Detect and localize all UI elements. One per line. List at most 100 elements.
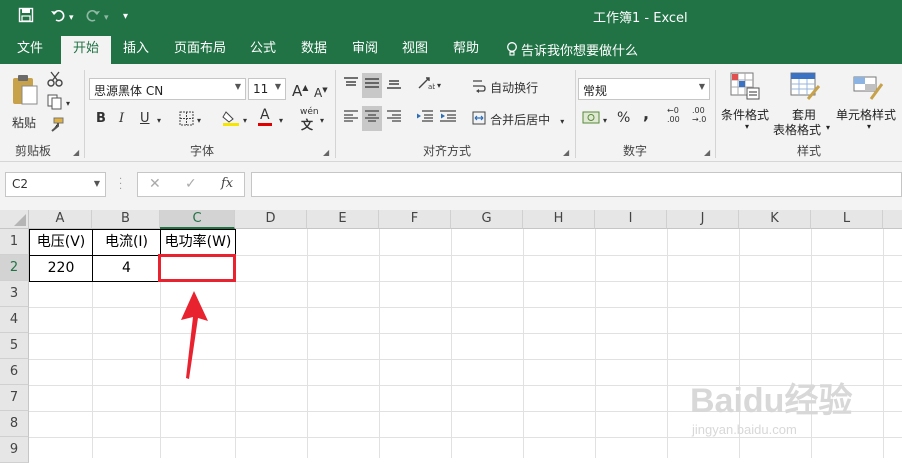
cell-b2[interactable]: 4 bbox=[92, 255, 161, 282]
clipboard-launcher-icon[interactable]: ◢ bbox=[73, 148, 79, 157]
copy-icon[interactable] bbox=[47, 94, 63, 115]
italic-button[interactable]: I bbox=[119, 111, 124, 127]
increase-decimal-button[interactable]: ←0.00 bbox=[667, 106, 689, 124]
column-header-i[interactable]: I bbox=[595, 210, 667, 229]
cancel-icon[interactable]: ✕ bbox=[149, 176, 161, 192]
undo-dropdown-icon[interactable]: ▾ bbox=[69, 9, 74, 27]
underline-button[interactable]: U bbox=[140, 111, 150, 127]
row-header-3[interactable]: 3 bbox=[0, 281, 29, 307]
align-bottom-icon[interactable] bbox=[386, 76, 402, 95]
decrease-indent-icon[interactable] bbox=[416, 109, 434, 128]
cell-c1[interactable]: 电功率(W) bbox=[160, 229, 236, 256]
undo-icon[interactable] bbox=[50, 7, 66, 28]
grow-font-button[interactable]: A▲ bbox=[292, 80, 308, 99]
cut-icon[interactable] bbox=[47, 71, 63, 92]
tab-home[interactable]: 开始 bbox=[61, 36, 112, 64]
number-format-combo[interactable]: 常规 ▼ bbox=[578, 78, 710, 100]
select-all-button[interactable] bbox=[0, 210, 29, 229]
tab-formulas[interactable]: 公式 bbox=[250, 40, 276, 57]
decrease-decimal-button[interactable]: .00 →.0 bbox=[692, 106, 714, 124]
column-header-b[interactable]: B bbox=[92, 210, 160, 229]
merge-center-button[interactable]: 合并后居中 ▾ bbox=[472, 111, 564, 130]
fill-color-dropdown-icon[interactable]: ▾ bbox=[243, 113, 247, 129]
column-header-j[interactable]: J bbox=[667, 210, 739, 229]
paste-button[interactable]: 粘贴 bbox=[9, 72, 41, 132]
column-header-c[interactable]: C bbox=[160, 210, 235, 229]
wrap-text-button[interactable]: 自动换行 bbox=[472, 79, 538, 98]
font-launcher-icon[interactable]: ◢ bbox=[323, 148, 329, 157]
row-header-7[interactable]: 7 bbox=[0, 385, 29, 411]
font-color-dropdown-icon[interactable]: ▾ bbox=[279, 113, 283, 129]
column-header-l[interactable]: L bbox=[811, 210, 883, 229]
conditional-formatting-button[interactable]: 条件格式 bbox=[721, 106, 769, 123]
font-name-combo[interactable]: 思源黑体 CN ▼ bbox=[89, 78, 246, 100]
tab-view[interactable]: 视图 bbox=[402, 40, 428, 57]
column-header-d[interactable]: D bbox=[235, 210, 307, 229]
orientation-dropdown-icon[interactable]: ▾ bbox=[437, 78, 441, 94]
cell-styles-icon[interactable] bbox=[853, 72, 884, 105]
cell-a1[interactable]: 电压(V) bbox=[29, 229, 93, 256]
cell-a2[interactable]: 220 bbox=[29, 255, 93, 282]
tab-insert[interactable]: 插入 bbox=[123, 40, 149, 57]
percent-button[interactable]: % bbox=[617, 110, 630, 126]
row-header-4[interactable]: 4 bbox=[0, 307, 29, 333]
insert-function-icon[interactable]: fx bbox=[221, 176, 233, 191]
align-middle-icon[interactable] bbox=[362, 73, 382, 98]
accounting-dropdown-icon[interactable]: ▾ bbox=[603, 113, 607, 129]
row-header-5[interactable]: 5 bbox=[0, 333, 29, 359]
shrink-font-button[interactable]: A▼ bbox=[314, 82, 328, 101]
redo-icon[interactable] bbox=[85, 7, 101, 28]
align-left-icon[interactable] bbox=[343, 109, 359, 128]
name-box[interactable]: C2 ▼ bbox=[5, 172, 106, 197]
row-header-8[interactable]: 8 bbox=[0, 411, 29, 437]
formula-input[interactable] bbox=[251, 172, 902, 197]
bold-button[interactable]: B bbox=[96, 111, 106, 127]
column-header-h[interactable]: H bbox=[523, 210, 595, 229]
enter-icon[interactable]: ✓ bbox=[185, 176, 197, 192]
tab-help[interactable]: 帮助 bbox=[453, 40, 479, 57]
cell-styles-button[interactable]: 单元格样式 bbox=[836, 106, 896, 123]
format-as-table-button[interactable]: 表格格式 bbox=[773, 121, 821, 138]
row-header-6[interactable]: 6 bbox=[0, 359, 29, 385]
accounting-format-icon[interactable] bbox=[582, 109, 600, 130]
tab-review[interactable]: 审阅 bbox=[352, 40, 378, 57]
row-header-9[interactable]: 9 bbox=[0, 437, 29, 463]
row-header-2[interactable]: 2 bbox=[0, 255, 29, 281]
font-size-combo[interactable]: 11 ▼ bbox=[248, 78, 286, 100]
tab-file[interactable]: 文件 bbox=[17, 40, 43, 57]
tab-data[interactable]: 数据 bbox=[301, 40, 327, 57]
format-as-table-dropdown-icon[interactable]: ▾ bbox=[826, 123, 830, 132]
phonetic-dropdown-icon[interactable]: ▾ bbox=[320, 113, 324, 129]
orientation-icon[interactable]: ab bbox=[417, 76, 437, 95]
cell-b1[interactable]: 电流(I) bbox=[92, 229, 161, 256]
phonetic-icon[interactable]: wén bbox=[300, 107, 319, 117]
cell-styles-dropdown-icon[interactable]: ▾ bbox=[867, 122, 871, 131]
column-header-k[interactable]: K bbox=[739, 210, 811, 229]
alignment-launcher-icon[interactable]: ◢ bbox=[563, 148, 569, 157]
column-header-e[interactable]: E bbox=[307, 210, 379, 229]
borders-dropdown-icon[interactable]: ▾ bbox=[197, 113, 201, 129]
format-as-table-icon[interactable] bbox=[790, 72, 821, 105]
align-center-icon[interactable] bbox=[362, 106, 382, 131]
borders-icon[interactable] bbox=[179, 111, 194, 131]
conditional-formatting-dropdown-icon[interactable]: ▾ bbox=[745, 122, 749, 131]
column-header-g[interactable]: G bbox=[451, 210, 523, 229]
fill-color-icon[interactable] bbox=[222, 109, 240, 132]
align-top-icon[interactable] bbox=[343, 76, 359, 95]
row-header-1[interactable]: 1 bbox=[0, 229, 29, 255]
column-header-a[interactable]: A bbox=[29, 210, 92, 229]
number-launcher-icon[interactable]: ◢ bbox=[704, 148, 710, 157]
conditional-formatting-icon[interactable] bbox=[730, 72, 760, 105]
increase-indent-icon[interactable] bbox=[439, 109, 457, 128]
tell-me-search[interactable]: 告诉我你想要做什么 bbox=[506, 40, 638, 61]
align-right-icon[interactable] bbox=[386, 109, 402, 128]
column-header-f[interactable]: F bbox=[379, 210, 451, 229]
comma-button[interactable]: , bbox=[643, 106, 649, 122]
save-icon[interactable] bbox=[18, 7, 34, 28]
tab-page-layout[interactable]: 页面布局 bbox=[174, 40, 226, 57]
font-color-icon[interactable]: A bbox=[258, 108, 272, 126]
customize-qat-icon[interactable]: ▾ bbox=[123, 8, 128, 26]
format-painter-icon[interactable] bbox=[48, 117, 64, 138]
redo-dropdown-icon[interactable]: ▾ bbox=[104, 9, 109, 27]
underline-dropdown-icon[interactable]: ▾ bbox=[157, 113, 161, 129]
